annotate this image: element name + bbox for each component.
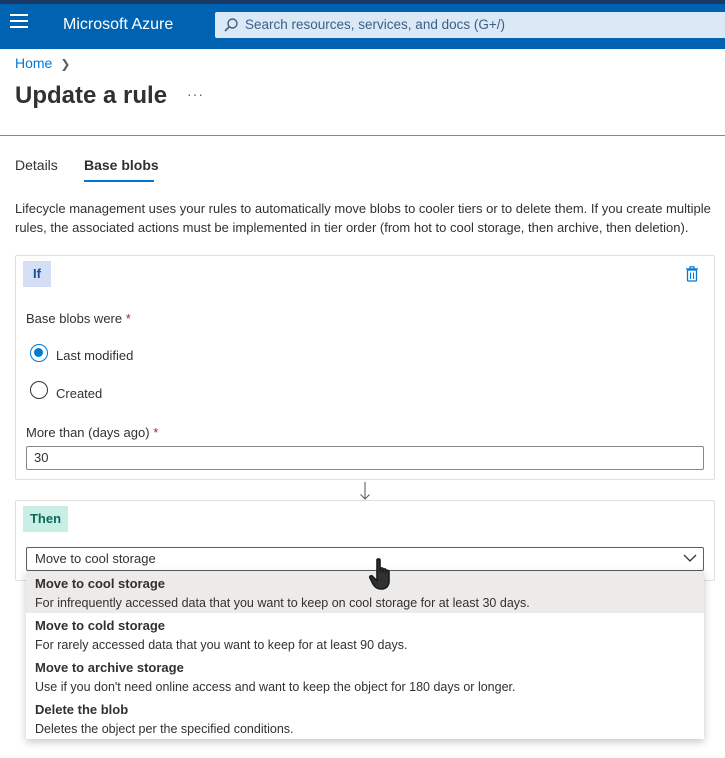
top-stripe [0, 0, 725, 4]
option-move-to-cold-storage[interactable]: Move to cold storage For rarely accessed… [26, 613, 704, 655]
days-label: More than (days ago) * [26, 425, 159, 440]
hamburger-icon[interactable] [10, 14, 28, 32]
arrow-down-icon [360, 482, 370, 500]
option-description: Use if you don't need online access and … [35, 680, 516, 694]
option-move-to-cool-storage[interactable]: Move to cool storage For infrequently ac… [26, 571, 704, 613]
hand-cursor-icon [368, 558, 390, 590]
description-text: Lifecycle management uses your rules to … [15, 201, 711, 235]
chevron-right-icon: ❯ [60, 57, 71, 71]
option-description: For infrequently accessed data that you … [35, 596, 530, 610]
dropdown-list: Move to cool storage For infrequently ac… [26, 571, 704, 739]
active-tab-indicator [84, 180, 154, 182]
option-move-to-archive-storage[interactable]: Move to archive storage Use if you don't… [26, 655, 704, 697]
option-description: Deletes the object per the specified con… [35, 722, 294, 736]
tab-details[interactable]: Details [15, 157, 58, 173]
tab-base-blobs[interactable]: Base blobs [84, 157, 159, 173]
required-mark: * [153, 425, 159, 440]
breadcrumb-home[interactable]: Home [15, 55, 52, 71]
required-mark: * [125, 311, 131, 326]
search-input[interactable]: Search resources, services, and docs (G+… [215, 12, 725, 38]
header-divider [0, 135, 725, 136]
radio-created[interactable] [30, 381, 48, 399]
days-input[interactable]: 30 [26, 446, 704, 470]
option-title: Move to cool storage [35, 576, 166, 591]
breadcrumb: Home ❯ [15, 55, 70, 71]
base-blobs-label: Base blobs were * [26, 311, 131, 326]
more-options-icon[interactable]: ··· [187, 86, 204, 102]
option-title: Delete the blob [35, 702, 129, 717]
action-dropdown[interactable]: Move to cool storage [26, 547, 704, 571]
option-delete-the-blob[interactable]: Delete the blob Deletes the object per t… [26, 697, 704, 739]
radio-label-last-modified[interactable]: Last modified [56, 348, 133, 363]
chevron-down-icon[interactable] [683, 553, 697, 563]
trash-icon[interactable] [685, 266, 699, 282]
search-icon [224, 18, 238, 32]
option-title: Move to archive storage [35, 660, 184, 675]
option-title: Move to cold storage [35, 618, 166, 633]
radio-last-modified[interactable] [30, 344, 48, 362]
then-badge: Then [23, 506, 68, 532]
page-title: Update a rule [15, 82, 168, 109]
option-description: For rarely accessed data that you want t… [35, 638, 408, 652]
brand-title[interactable]: Microsoft Azure [63, 16, 173, 34]
if-badge: If [23, 261, 51, 287]
radio-label-created[interactable]: Created [56, 386, 102, 401]
search-placeholder: Search resources, services, and docs (G+… [245, 17, 505, 32]
